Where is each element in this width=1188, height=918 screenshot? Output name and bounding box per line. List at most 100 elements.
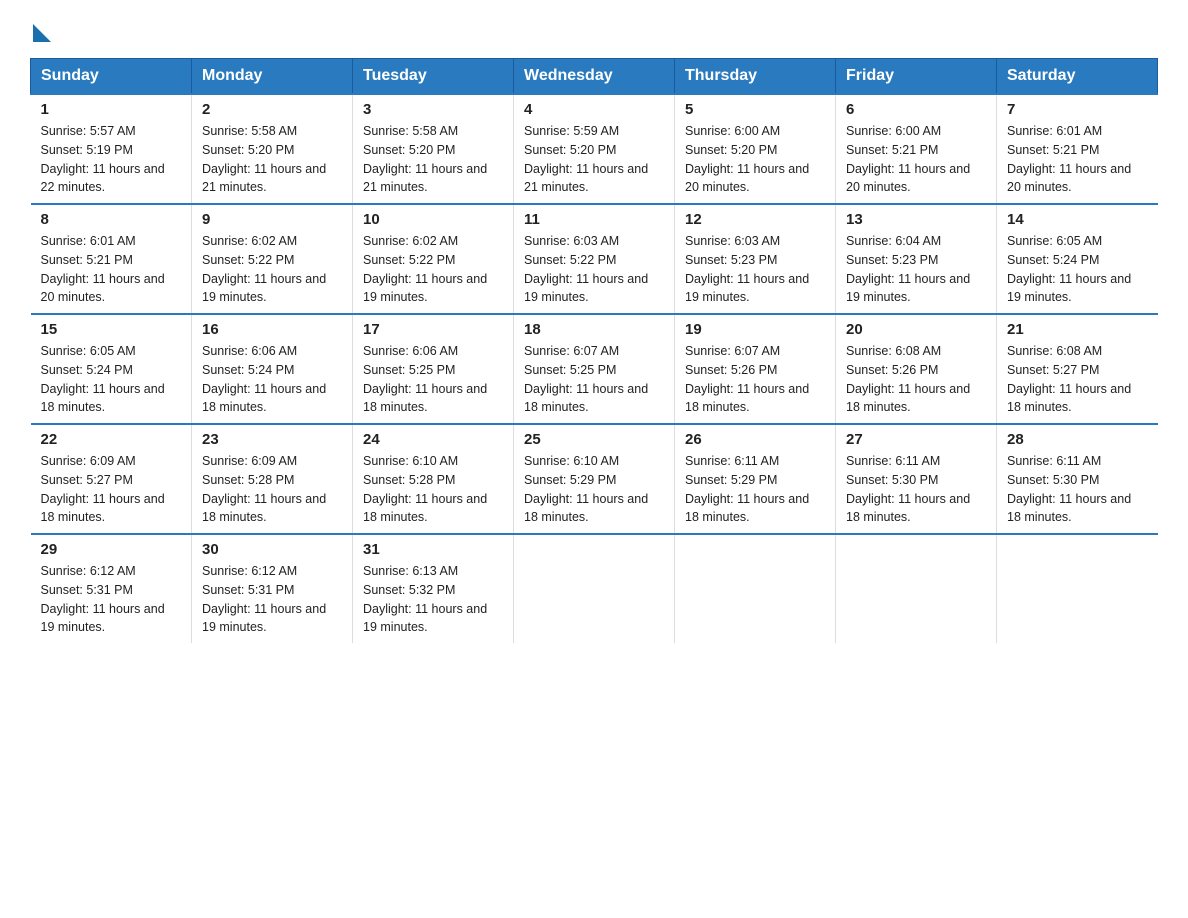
day-number: 7 xyxy=(1007,101,1148,118)
day-info: Sunrise: 6:07 AMSunset: 5:25 PMDaylight:… xyxy=(524,342,664,417)
day-info: Sunrise: 6:05 AMSunset: 5:24 PMDaylight:… xyxy=(1007,232,1148,307)
calendar-cell: 6 Sunrise: 6:00 AMSunset: 5:21 PMDaylight… xyxy=(836,94,997,204)
calendar-cell: 11 Sunrise: 6:03 AMSunset: 5:22 PMDayligh… xyxy=(514,204,675,314)
header-sunday: Sunday xyxy=(31,59,192,95)
week-row: 8 Sunrise: 6:01 AMSunset: 5:21 PMDaylight… xyxy=(31,204,1158,314)
calendar-header: SundayMondayTuesdayWednesdayThursdayFrid… xyxy=(31,59,1158,95)
calendar-cell: 18 Sunrise: 6:07 AMSunset: 5:25 PMDayligh… xyxy=(514,314,675,424)
week-row: 22 Sunrise: 6:09 AMSunset: 5:27 PMDayligh… xyxy=(31,424,1158,534)
day-info: Sunrise: 5:59 AMSunset: 5:20 PMDaylight:… xyxy=(524,122,664,197)
day-info: Sunrise: 6:05 AMSunset: 5:24 PMDaylight:… xyxy=(41,342,182,417)
day-number: 5 xyxy=(685,101,825,118)
calendar-cell: 4Sunrise: 5:59 AMSunset: 5:20 PMDaylight… xyxy=(514,94,675,204)
calendar-cell: 8 Sunrise: 6:01 AMSunset: 5:21 PMDaylight… xyxy=(31,204,192,314)
day-info: Sunrise: 6:04 AMSunset: 5:23 PMDaylight:… xyxy=(846,232,986,307)
week-row: 1 Sunrise: 5:57 AMSunset: 5:19 PMDaylight… xyxy=(31,94,1158,204)
day-number: 9 xyxy=(202,211,342,228)
day-info: Sunrise: 6:02 AMSunset: 5:22 PMDaylight:… xyxy=(202,232,342,307)
day-number: 1 xyxy=(41,101,182,118)
calendar-cell: 29 Sunrise: 6:12 AMSunset: 5:31 PMDayligh… xyxy=(31,534,192,643)
day-number: 23 xyxy=(202,431,342,448)
header-row: SundayMondayTuesdayWednesdayThursdayFrid… xyxy=(31,59,1158,95)
week-row: 29 Sunrise: 6:12 AMSunset: 5:31 PMDayligh… xyxy=(31,534,1158,643)
day-number: 24 xyxy=(363,431,503,448)
calendar-cell: 12 Sunrise: 6:03 AMSunset: 5:23 PMDayligh… xyxy=(675,204,836,314)
header-saturday: Saturday xyxy=(997,59,1158,95)
day-number: 14 xyxy=(1007,211,1148,228)
calendar-cell: 14 Sunrise: 6:05 AMSunset: 5:24 PMDayligh… xyxy=(997,204,1158,314)
calendar-cell: 21 Sunrise: 6:08 AMSunset: 5:27 PMDayligh… xyxy=(997,314,1158,424)
day-info: Sunrise: 6:03 AMSunset: 5:23 PMDaylight:… xyxy=(685,232,825,307)
calendar-cell: 10 Sunrise: 6:02 AMSunset: 5:22 PMDayligh… xyxy=(353,204,514,314)
header-thursday: Thursday xyxy=(675,59,836,95)
calendar-cell: 3Sunrise: 5:58 AMSunset: 5:20 PMDaylight… xyxy=(353,94,514,204)
header-monday: Monday xyxy=(192,59,353,95)
day-info: Sunrise: 6:12 AMSunset: 5:31 PMDaylight:… xyxy=(41,562,182,637)
day-number: 18 xyxy=(524,321,664,338)
day-info: Sunrise: 5:57 AMSunset: 5:19 PMDaylight:… xyxy=(41,122,182,197)
calendar-cell: 28Sunrise: 6:11 AMSunset: 5:30 PMDayligh… xyxy=(997,424,1158,534)
header-wednesday: Wednesday xyxy=(514,59,675,95)
calendar-cell xyxy=(675,534,836,643)
logo-triangle-icon xyxy=(33,24,51,42)
day-number: 15 xyxy=(41,321,182,338)
day-number: 12 xyxy=(685,211,825,228)
day-info: Sunrise: 6:06 AMSunset: 5:25 PMDaylight:… xyxy=(363,342,503,417)
calendar-cell xyxy=(836,534,997,643)
day-number: 22 xyxy=(41,431,182,448)
day-info: Sunrise: 6:13 AMSunset: 5:32 PMDaylight:… xyxy=(363,562,503,637)
calendar-cell: 7 Sunrise: 6:01 AMSunset: 5:21 PMDaylight… xyxy=(997,94,1158,204)
day-info: Sunrise: 6:11 AMSunset: 5:29 PMDaylight:… xyxy=(685,452,825,527)
calendar-cell xyxy=(514,534,675,643)
calendar-cell: 17 Sunrise: 6:06 AMSunset: 5:25 PMDayligh… xyxy=(353,314,514,424)
day-info: Sunrise: 6:00 AMSunset: 5:21 PMDaylight:… xyxy=(846,122,986,197)
day-number: 6 xyxy=(846,101,986,118)
calendar-cell: 5Sunrise: 6:00 AMSunset: 5:20 PMDaylight… xyxy=(675,94,836,204)
day-info: Sunrise: 5:58 AMSunset: 5:20 PMDaylight:… xyxy=(202,122,342,197)
day-info: Sunrise: 6:07 AMSunset: 5:26 PMDaylight:… xyxy=(685,342,825,417)
day-info: Sunrise: 6:06 AMSunset: 5:24 PMDaylight:… xyxy=(202,342,342,417)
calendar-cell: 23 Sunrise: 6:09 AMSunset: 5:28 PMDayligh… xyxy=(192,424,353,534)
day-info: Sunrise: 6:03 AMSunset: 5:22 PMDaylight:… xyxy=(524,232,664,307)
day-number: 30 xyxy=(202,541,342,558)
calendar-cell: 16Sunrise: 6:06 AMSunset: 5:24 PMDayligh… xyxy=(192,314,353,424)
day-number: 19 xyxy=(685,321,825,338)
day-info: Sunrise: 6:01 AMSunset: 5:21 PMDaylight:… xyxy=(41,232,182,307)
calendar-cell: 19 Sunrise: 6:07 AMSunset: 5:26 PMDayligh… xyxy=(675,314,836,424)
day-info: Sunrise: 6:11 AMSunset: 5:30 PMDaylight:… xyxy=(846,452,986,527)
calendar-cell: 1 Sunrise: 5:57 AMSunset: 5:19 PMDaylight… xyxy=(31,94,192,204)
calendar-cell: 26 Sunrise: 6:11 AMSunset: 5:29 PMDayligh… xyxy=(675,424,836,534)
day-number: 29 xyxy=(41,541,182,558)
day-info: Sunrise: 6:02 AMSunset: 5:22 PMDaylight:… xyxy=(363,232,503,307)
calendar-table: SundayMondayTuesdayWednesdayThursdayFrid… xyxy=(30,58,1158,643)
calendar-cell: 25Sunrise: 6:10 AMSunset: 5:29 PMDayligh… xyxy=(514,424,675,534)
day-number: 11 xyxy=(524,211,664,228)
header-friday: Friday xyxy=(836,59,997,95)
day-info: Sunrise: 6:12 AMSunset: 5:31 PMDaylight:… xyxy=(202,562,342,637)
calendar-cell: 9 Sunrise: 6:02 AMSunset: 5:22 PMDaylight… xyxy=(192,204,353,314)
day-number: 2 xyxy=(202,101,342,118)
logo xyxy=(30,20,51,38)
day-info: Sunrise: 6:09 AMSunset: 5:27 PMDaylight:… xyxy=(41,452,182,527)
day-info: Sunrise: 6:11 AMSunset: 5:30 PMDaylight:… xyxy=(1007,452,1148,527)
calendar-cell xyxy=(997,534,1158,643)
calendar-cell: 27 Sunrise: 6:11 AMSunset: 5:30 PMDayligh… xyxy=(836,424,997,534)
day-number: 26 xyxy=(685,431,825,448)
calendar-cell: 2 Sunrise: 5:58 AMSunset: 5:20 PMDaylight… xyxy=(192,94,353,204)
day-number: 31 xyxy=(363,541,503,558)
day-number: 21 xyxy=(1007,321,1148,338)
week-row: 15 Sunrise: 6:05 AMSunset: 5:24 PMDayligh… xyxy=(31,314,1158,424)
day-info: Sunrise: 6:09 AMSunset: 5:28 PMDaylight:… xyxy=(202,452,342,527)
day-info: Sunrise: 6:01 AMSunset: 5:21 PMDaylight:… xyxy=(1007,122,1148,197)
day-number: 8 xyxy=(41,211,182,228)
calendar-cell: 20 Sunrise: 6:08 AMSunset: 5:26 PMDayligh… xyxy=(836,314,997,424)
day-info: Sunrise: 6:08 AMSunset: 5:26 PMDaylight:… xyxy=(846,342,986,417)
day-number: 10 xyxy=(363,211,503,228)
day-info: Sunrise: 6:08 AMSunset: 5:27 PMDaylight:… xyxy=(1007,342,1148,417)
calendar-cell: 13Sunrise: 6:04 AMSunset: 5:23 PMDayligh… xyxy=(836,204,997,314)
day-number: 27 xyxy=(846,431,986,448)
day-number: 17 xyxy=(363,321,503,338)
calendar-cell: 22 Sunrise: 6:09 AMSunset: 5:27 PMDayligh… xyxy=(31,424,192,534)
day-number: 25 xyxy=(524,431,664,448)
day-number: 20 xyxy=(846,321,986,338)
